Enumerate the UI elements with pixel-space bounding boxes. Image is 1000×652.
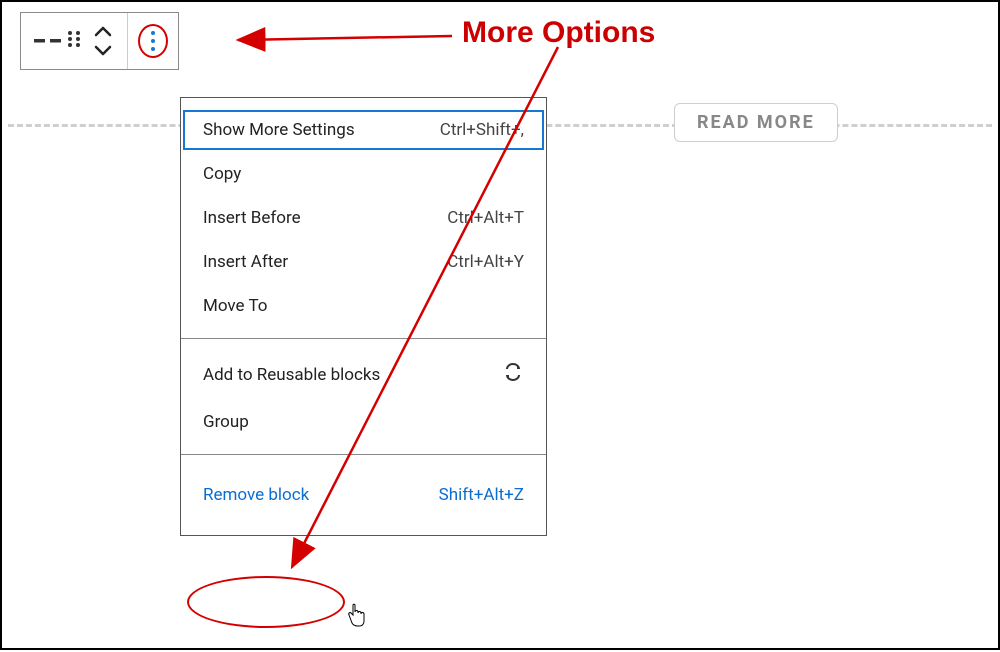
menu-item-shortcut: Ctrl+Alt+T [447, 208, 524, 228]
menu-item-label: Group [203, 412, 249, 432]
toolbar-cell-block-move [21, 13, 128, 69]
menu-item-copy[interactable]: Copy [181, 152, 546, 196]
more-options-menu: Show More Settings Ctrl+Shift+, Copy Ins… [180, 97, 547, 536]
menu-item-show-more-settings[interactable]: Show More Settings Ctrl+Shift+, [181, 108, 546, 152]
more-vertical-icon[interactable] [151, 31, 155, 51]
menu-item-shortcut: Shift+Alt+Z [439, 485, 524, 505]
block-movers [89, 23, 117, 59]
menu-item-label: Add to Reusable blocks [203, 365, 380, 385]
annotation-label: More Options [462, 16, 655, 50]
menu-item-insert-after[interactable]: Insert After Ctrl+Alt+Y [181, 240, 546, 284]
convert-icon [502, 361, 524, 388]
menu-item-group[interactable]: Group [181, 400, 546, 444]
menu-item-label: Insert Before [203, 208, 301, 228]
menu-item-label: Show More Settings [203, 120, 355, 140]
menu-item-shortcut: Ctrl+Alt+Y [447, 252, 524, 272]
chevron-down-icon[interactable] [89, 41, 117, 59]
annotation-ellipse-remove [187, 576, 345, 628]
chevron-up-icon[interactable] [89, 23, 117, 41]
block-toolbar [20, 12, 179, 70]
menu-item-remove-block[interactable]: Remove block Shift+Alt+Z [181, 473, 546, 517]
menu-section-2: Add to Reusable blocks Group [181, 339, 546, 455]
menu-item-insert-before[interactable]: Insert Before Ctrl+Alt+T [181, 196, 546, 240]
menu-item-shortcut: Ctrl+Shift+, [440, 120, 524, 140]
annotation-circle-more [138, 24, 168, 58]
menu-section-3: Remove block Shift+Alt+Z [181, 455, 546, 535]
pointer-cursor-icon [346, 603, 366, 627]
menu-item-label: Insert After [203, 252, 288, 272]
read-more-label: READ MORE [697, 112, 815, 133]
menu-item-move-to[interactable]: Move To [181, 284, 546, 328]
menu-item-label: Remove block [203, 485, 309, 505]
horizontal-rule-icon[interactable] [31, 34, 65, 48]
menu-item-label: Move To [203, 296, 267, 316]
drag-handle-icon[interactable] [65, 29, 89, 53]
read-more-block[interactable]: READ MORE [674, 103, 838, 142]
toolbar-cell-more [128, 13, 178, 69]
menu-section-1: Show More Settings Ctrl+Shift+, Copy Ins… [181, 98, 546, 339]
menu-item-add-reusable[interactable]: Add to Reusable blocks [181, 349, 546, 400]
menu-item-label: Copy [203, 164, 241, 184]
